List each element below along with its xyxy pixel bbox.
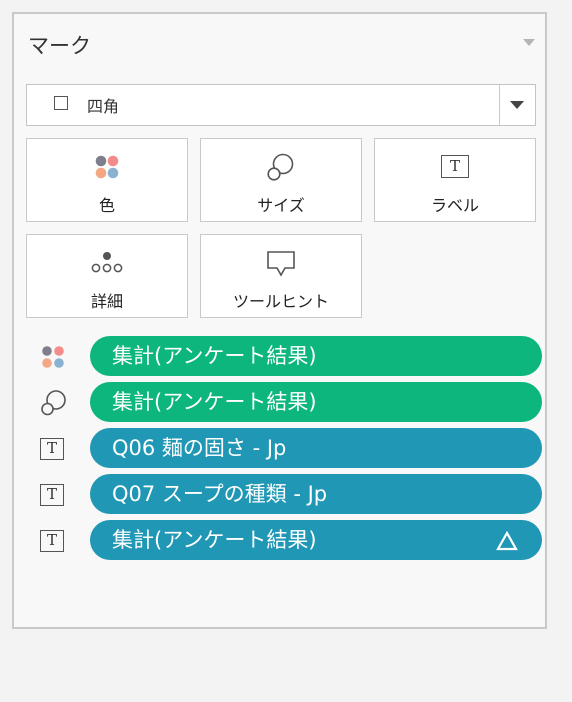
field-pill-label: 集計(アンケート結果)	[112, 528, 317, 552]
detail-dots-icon	[27, 247, 187, 277]
size-label: サイズ	[257, 196, 305, 215]
text-label-icon: T	[40, 528, 66, 554]
shelf-item-size: 集計(アンケート結果)	[40, 382, 542, 424]
field-pill[interactable]: 集計(アンケート結果)	[90, 520, 542, 560]
color-button[interactable]: 色	[26, 138, 188, 222]
size-button[interactable]: サイズ	[200, 138, 362, 222]
field-pill[interactable]: 集計(アンケート結果)	[90, 336, 542, 376]
detail-label: 詳細	[90, 292, 123, 311]
field-pill[interactable]: Q07 スープの種類 - Jp	[90, 474, 542, 514]
shelf-item-label: T 集計(アンケート結果)	[40, 520, 542, 562]
marks-card: マーク 四角 色 サイズ T ラベル 詳細 ツールヒント 集計(アンケート結果)…	[12, 12, 547, 629]
shelf-item-label: T Q07 スープの種類 - Jp	[40, 474, 542, 516]
marks-title: マーク	[28, 34, 91, 58]
shelf-item-color: 集計(アンケート結果)	[40, 336, 542, 378]
label-label: ラベル	[430, 196, 479, 215]
field-pill[interactable]: Q06 麺の固さ - Jp	[90, 428, 542, 468]
mark-type-dropdown[interactable]: 四角	[26, 84, 536, 126]
collapse-arrow-icon[interactable]	[523, 39, 535, 46]
shelf-item-label: T Q06 麺の固さ - Jp	[40, 428, 542, 470]
tooltip-icon	[201, 247, 361, 277]
color-dots-icon	[40, 344, 66, 370]
color-dots-icon	[27, 151, 187, 181]
detail-button[interactable]: 詳細	[26, 234, 188, 318]
tooltip-label: ツールヒント	[232, 292, 329, 311]
text-label-icon: T	[40, 436, 66, 462]
label-button[interactable]: T ラベル	[374, 138, 536, 222]
size-circles-icon	[201, 151, 361, 181]
color-label: 色	[98, 196, 115, 215]
text-label-icon: T	[40, 482, 66, 508]
square-icon	[54, 96, 68, 110]
chevron-down-icon[interactable]	[510, 101, 524, 109]
dropdown-separator	[499, 85, 500, 125]
field-pill[interactable]: 集計(アンケート結果)	[90, 382, 542, 422]
tooltip-button[interactable]: ツールヒント	[200, 234, 362, 318]
text-label-icon: T	[375, 151, 535, 181]
size-circles-icon	[40, 390, 66, 416]
mark-type-label: 四角	[87, 97, 120, 116]
delta-icon	[496, 531, 518, 551]
